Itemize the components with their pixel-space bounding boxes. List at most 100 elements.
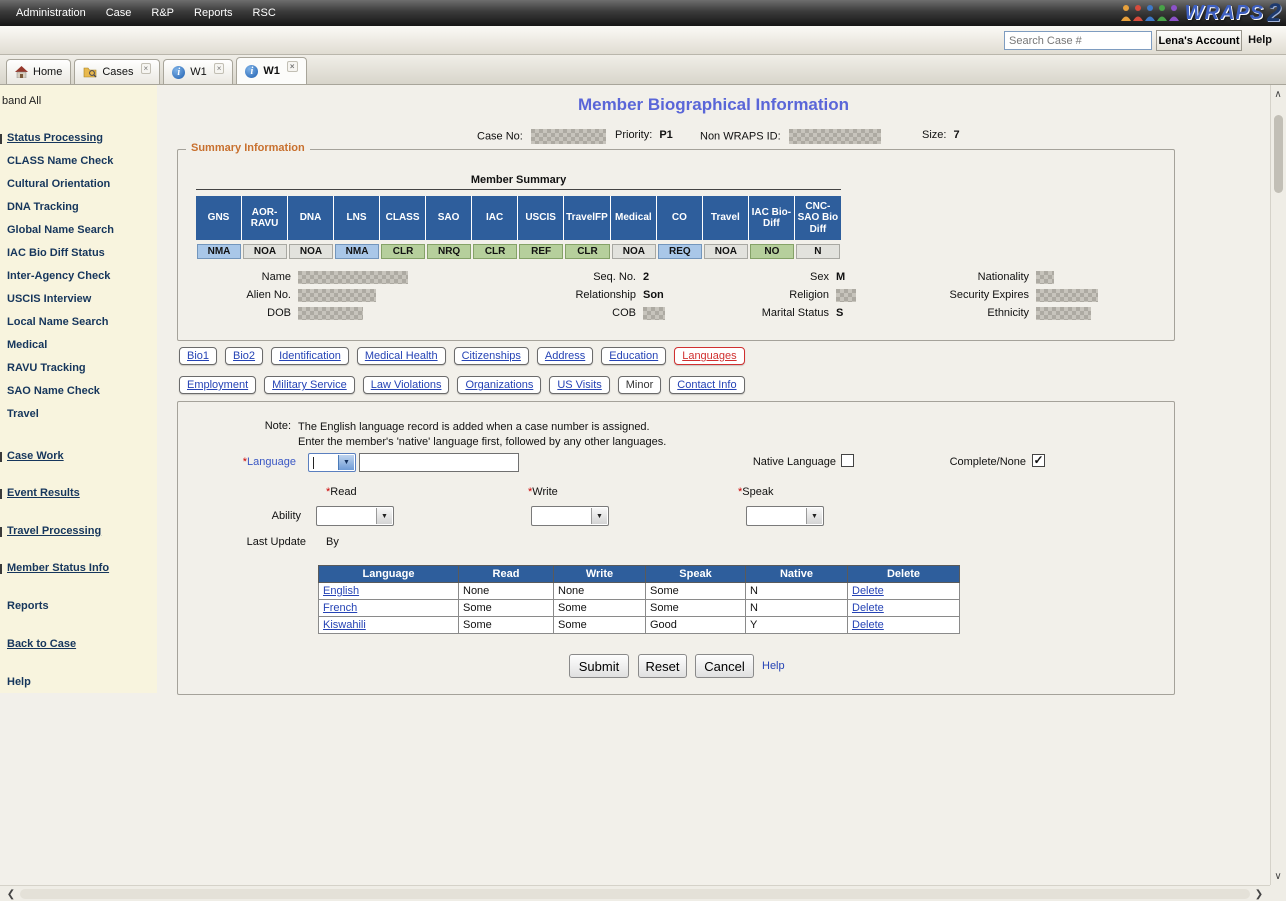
menu-reports[interactable]: Reports <box>184 1 243 25</box>
tab-military-service[interactable]: Military Service <box>264 376 355 394</box>
speak-ability-select[interactable]: ▼ <box>746 506 824 526</box>
form-help-link[interactable]: Help <box>762 660 785 672</box>
tab-w1[interactable]: i W1 × <box>163 59 233 84</box>
bio-tabs-row2: Employment Military Service Law Violatio… <box>179 376 745 394</box>
language-link[interactable]: Kiswahili <box>319 617 459 634</box>
read-label-text: Read <box>330 486 356 498</box>
read-value: Some <box>459 617 554 634</box>
tab-address[interactable]: Address <box>537 347 593 365</box>
status-column-uscis: USCIS REF <box>518 196 564 259</box>
sidebar-item-status-processing[interactable]: Status Processing <box>7 132 103 144</box>
scroll-right-icon[interactable]: ❯ <box>1252 887 1266 901</box>
note-text: The English language record is added whe… <box>298 420 666 450</box>
ability-label: Ability <box>178 510 301 522</box>
col-delete: Delete <box>848 566 960 583</box>
sidebar-item-help[interactable]: Help <box>7 676 31 688</box>
status-column-class: CLASS CLR <box>380 196 426 259</box>
horizontal-scrollbar[interactable]: ❮ ❯ <box>0 885 1270 901</box>
tab-employment[interactable]: Employment <box>179 376 256 394</box>
horizontal-scroll-thumb[interactable] <box>20 889 1250 899</box>
security-expires-field: Security Expires <box>878 289 1098 302</box>
sidebar-item-event-results[interactable]: Event Results <box>7 487 80 499</box>
sidebar-item-back-to-case[interactable]: Back to Case <box>7 638 76 650</box>
tab-identification[interactable]: Identification <box>271 347 349 365</box>
status-header: USCIS <box>518 196 564 240</box>
native-language-checkbox[interactable] <box>841 454 854 467</box>
by-label: By <box>326 536 366 548</box>
delete-link[interactable]: Delete <box>848 600 960 617</box>
sidebar-item-inter-agency-check[interactable]: Inter-Agency Check <box>7 270 110 282</box>
delete-link[interactable]: Delete <box>848 583 960 600</box>
tab-education[interactable]: Education <box>601 347 666 365</box>
sidebar-item-local-name-search[interactable]: Local Name Search <box>7 316 109 328</box>
chevron-down-icon[interactable]: ▼ <box>338 455 354 470</box>
sidebar-item-medical[interactable]: Medical <box>7 339 47 351</box>
tab-bio2[interactable]: Bio2 <box>225 347 263 365</box>
tab-contact-info[interactable]: Contact Info <box>669 376 744 394</box>
menu-rsc[interactable]: RSC <box>243 1 286 25</box>
write-ability-select[interactable]: ▼ <box>531 506 609 526</box>
sidebar-item-ravu-tracking[interactable]: RAVU Tracking <box>7 362 86 374</box>
sidebar-item-member-status-info[interactable]: Member Status Info <box>7 562 109 574</box>
close-icon[interactable]: × <box>214 63 225 74</box>
account-button[interactable]: Lena's Account <box>1156 30 1242 51</box>
tab-languages[interactable]: Languages <box>674 347 744 365</box>
expand-all-link[interactable]: band All <box>2 95 41 107</box>
language-select[interactable]: ▼ <box>308 453 356 472</box>
col-language: Language <box>319 566 459 583</box>
language-link[interactable]: English <box>319 583 459 600</box>
help-link-top[interactable]: Help <box>1248 34 1272 46</box>
tab-citizenships[interactable]: Citizenships <box>454 347 529 365</box>
sidebar-item-global-name-search[interactable]: Global Name Search <box>7 224 114 236</box>
tab-organizations[interactable]: Organizations <box>457 376 541 394</box>
close-icon[interactable]: × <box>287 61 298 72</box>
tab-us-visits[interactable]: US Visits <box>549 376 609 394</box>
close-icon[interactable]: × <box>141 63 152 74</box>
sidebar-item-dna-tracking[interactable]: DNA Tracking <box>7 201 79 213</box>
tab-medical-health[interactable]: Medical Health <box>357 347 446 365</box>
language-text-input[interactable] <box>359 453 519 472</box>
religion-label: Religion <box>698 289 829 301</box>
tab-home[interactable]: Home <box>6 59 71 84</box>
sidebar-item-travel-processing[interactable]: Travel Processing <box>7 525 101 537</box>
tab-cases[interactable]: Cases × <box>74 59 160 84</box>
menu-rp[interactable]: R&P <box>141 1 184 25</box>
complete-none-checkbox[interactable]: ✓ <box>1032 454 1045 467</box>
delete-link[interactable]: Delete <box>848 617 960 634</box>
sidebar-item-sao-name-check[interactable]: SAO Name Check <box>7 385 100 397</box>
menu-administration[interactable]: Administration <box>6 1 96 25</box>
scroll-down-icon[interactable]: ∨ <box>1271 869 1285 883</box>
scroll-left-icon[interactable]: ❮ <box>4 887 18 901</box>
sidebar-item-uscis-interview[interactable]: USCIS Interview <box>7 293 91 305</box>
tab-w1-active[interactable]: i W1 × <box>236 57 306 84</box>
sidebar-item-case-work[interactable]: Case Work <box>7 450 64 462</box>
chevron-down-icon[interactable]: ▼ <box>376 508 392 524</box>
read-ability-select[interactable]: ▼ <box>316 506 394 526</box>
menu-case[interactable]: Case <box>96 1 142 25</box>
wraps-logo: WRAPS 2 <box>1120 1 1281 25</box>
chevron-down-icon[interactable]: ▼ <box>591 508 607 524</box>
nationality-redacted <box>1036 271 1054 284</box>
tab-minor[interactable]: Minor <box>618 376 662 394</box>
sidebar: band All Status Processing CLASS Name Ch… <box>0 85 157 693</box>
sidebar-item-travel[interactable]: Travel <box>7 408 39 420</box>
security-expires-label: Security Expires <box>878 289 1029 301</box>
chevron-down-icon[interactable]: ▼ <box>806 508 822 524</box>
vertical-scrollbar[interactable]: ∧ ∨ <box>1270 85 1286 885</box>
languages-form-section: Note: The English language record is add… <box>177 401 1175 695</box>
tab-bio1[interactable]: Bio1 <box>179 347 217 365</box>
tab-law-violations[interactable]: Law Violations <box>363 376 450 394</box>
speak-value: Some <box>646 600 746 617</box>
reset-button[interactable]: Reset <box>638 654 687 678</box>
workspace: band All Status Processing CLASS Name Ch… <box>0 85 1270 885</box>
cancel-button[interactable]: Cancel <box>695 654 754 678</box>
submit-button[interactable]: Submit <box>569 654 629 678</box>
sidebar-item-iac-bio-diff-status[interactable]: IAC Bio Diff Status <box>7 247 105 259</box>
sidebar-item-reports[interactable]: Reports <box>7 600 49 612</box>
sidebar-item-class-name-check[interactable]: CLASS Name Check <box>7 155 113 167</box>
scroll-up-icon[interactable]: ∧ <box>1271 87 1285 101</box>
sidebar-item-cultural-orientation[interactable]: Cultural Orientation <box>7 178 110 190</box>
language-link[interactable]: French <box>319 600 459 617</box>
vertical-scroll-thumb[interactable] <box>1274 115 1283 193</box>
search-case-input[interactable] <box>1004 31 1152 50</box>
